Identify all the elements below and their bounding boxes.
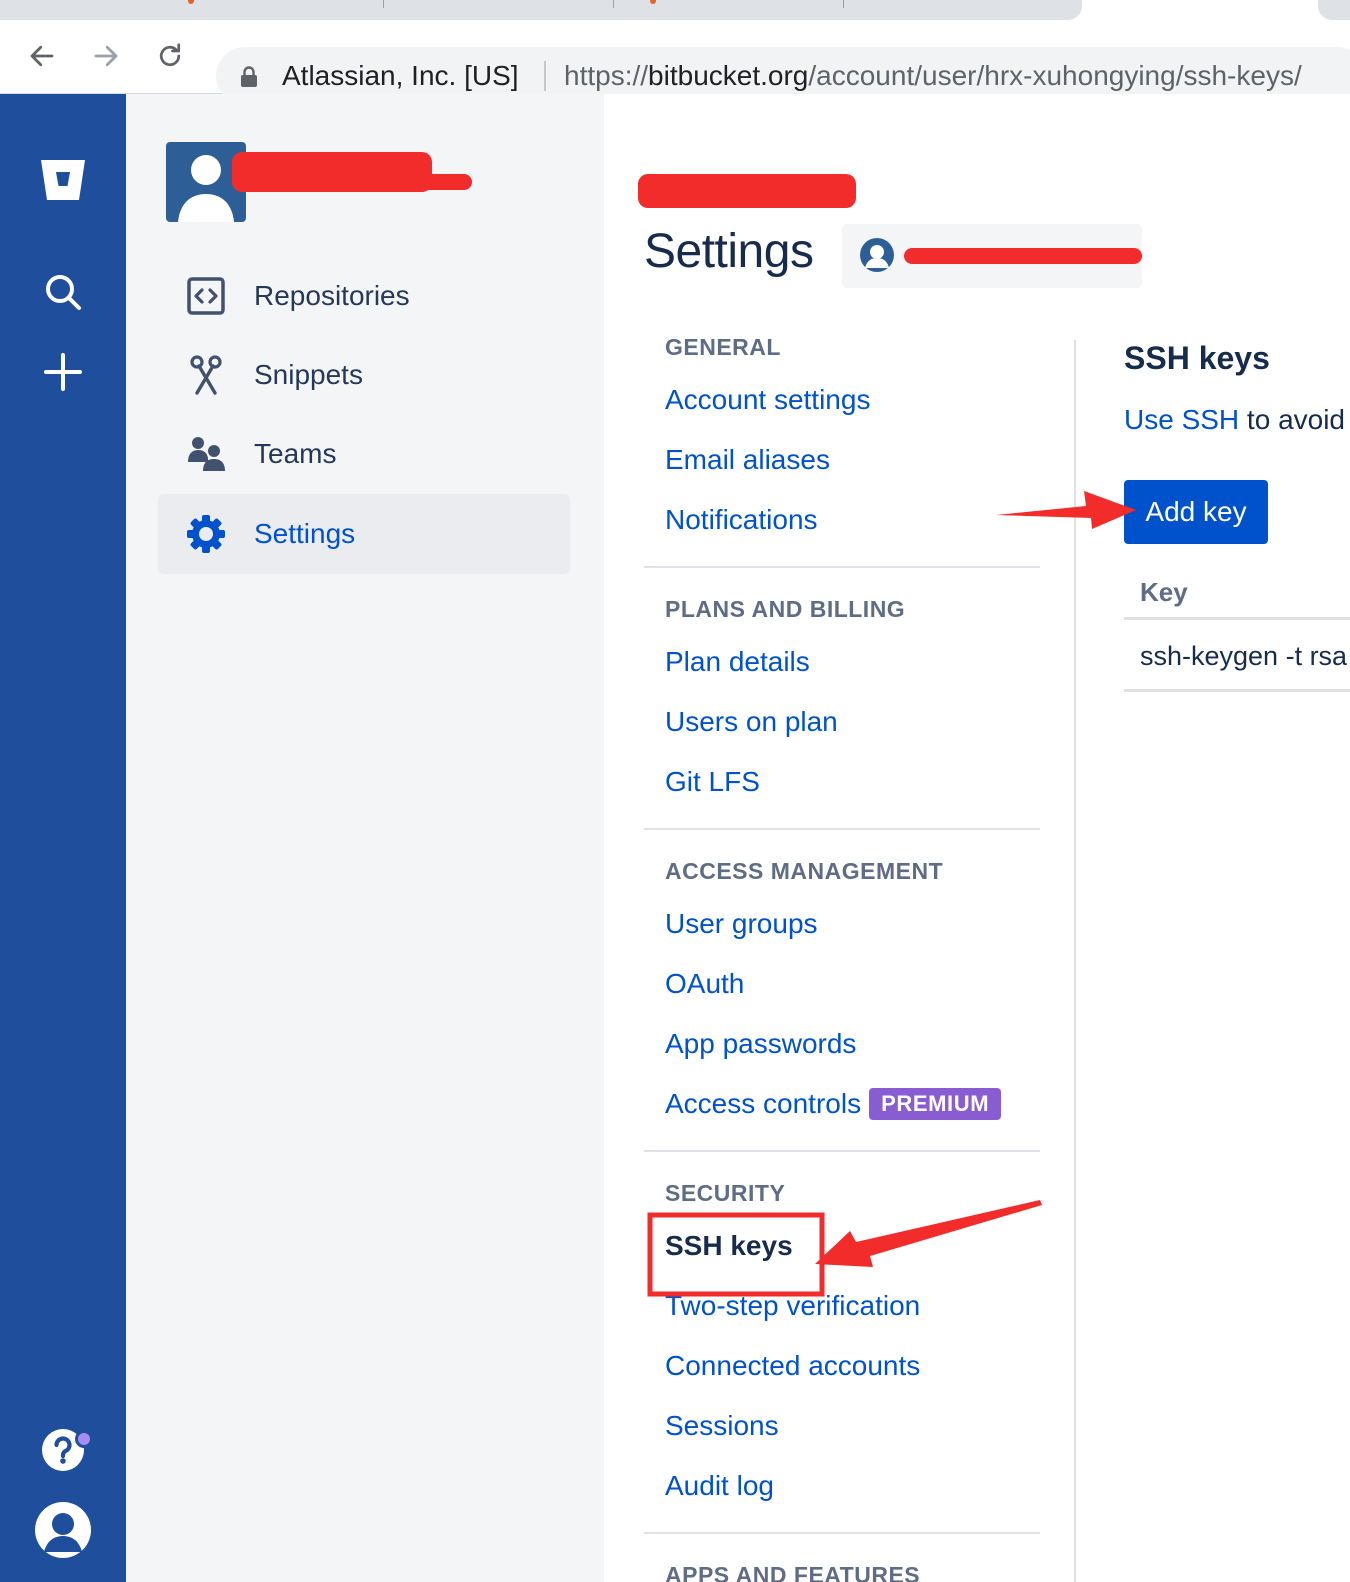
plus-icon (44, 353, 82, 391)
nav-link-plan-details[interactable]: Plan details (644, 632, 1040, 692)
profile-button[interactable] (33, 1500, 93, 1560)
back-button[interactable] (24, 38, 60, 74)
browser-tab[interactable] (1318, 0, 1350, 20)
nav-section-security: SECURITY SSH keys Two-step verification … (644, 1152, 1040, 1534)
table-row: ssh-keygen -t rsa (1124, 620, 1350, 692)
nav-link-users-on-plan[interactable]: Users on plan (644, 692, 1040, 752)
ssh-keys-panel: SSH keys Use SSH to avoid Add key Key ss… (1124, 338, 1350, 692)
sidebar-item-teams[interactable]: Teams (158, 414, 570, 494)
browser-tab-strip (0, 0, 1350, 20)
nav-link-sessions[interactable]: Sessions (644, 1396, 1040, 1456)
nav-link-audit-log[interactable]: Audit log (644, 1456, 1040, 1516)
nav-link-two-step-verification[interactable]: Two-step verification (644, 1276, 1040, 1336)
page-title: Settings (644, 225, 814, 278)
browser-toolbar: Atlassian, Inc. [US] https://bitbucket.o… (0, 20, 1350, 105)
use-ssh-link[interactable]: Use SSH (1124, 404, 1239, 435)
lock-icon (241, 66, 257, 87)
description-text: to avoid (1239, 404, 1346, 435)
code-icon (158, 277, 254, 315)
nav-heading: APPS AND FEATURES (665, 1562, 921, 1582)
main-content: Settings GENERAL Account settings Email … (604, 94, 1350, 1582)
settings-nav: GENERAL Account settings Email aliases N… (644, 314, 1040, 1582)
nav-link-notifications[interactable]: Notifications (644, 490, 1040, 550)
url-host: bitbucket.org (648, 60, 809, 91)
premium-badge: PREMIUM (869, 1088, 1002, 1120)
forward-button[interactable] (88, 38, 124, 74)
search-button[interactable] (33, 262, 93, 322)
section-description: Use SSH to avoid (1124, 404, 1350, 436)
nav-link-account-settings[interactable]: Account settings (644, 370, 1040, 430)
url-text[interactable]: https://bitbucket.org/account/user/hrx-x… (564, 60, 1302, 92)
container-sidebar: Repositories Snippets Teams Settings (126, 94, 604, 1582)
nav-heading: ACCESS MANAGEMENT (665, 858, 944, 884)
scissors-icon (158, 355, 254, 395)
redaction-mark (904, 248, 1142, 264)
gear-icon (158, 514, 254, 554)
nav-link-label: Access controls (665, 1088, 862, 1119)
user-avatar-icon (35, 1502, 91, 1558)
nav-link-email-aliases[interactable]: Email aliases (644, 430, 1040, 490)
sidebar-item-label: Settings (254, 518, 356, 549)
url-scheme: https:// (564, 60, 649, 91)
browser-tabs[interactable] (0, 0, 1082, 20)
table-header-key: Key (1124, 564, 1350, 620)
certificate-label[interactable]: Atlassian, Inc. [US] (282, 60, 519, 92)
nav-section-apps-features: APPS AND FEATURES (644, 1534, 1040, 1582)
nav-section-general: GENERAL Account settings Email aliases N… (644, 314, 1040, 568)
sidebar-item-label: Teams (254, 438, 337, 469)
sidebar-item-label: Repositories (254, 280, 410, 311)
sidebar-item-repositories[interactable]: Repositories (158, 256, 570, 336)
user-avatar-icon (860, 238, 894, 272)
reload-button[interactable] (152, 38, 188, 74)
arrow-right-icon (94, 45, 118, 67)
section-title: SSH keys (1124, 340, 1270, 376)
add-key-button[interactable]: Add key (1124, 480, 1268, 544)
nav-link-user-groups[interactable]: User groups (644, 894, 1040, 954)
nav-section-plans-billing: PLANS AND BILLING Plan details Users on … (644, 568, 1040, 830)
help-notification-dot (75, 1430, 93, 1448)
tab-separator (383, 0, 384, 8)
url-path: /account/user/hrx-xuhongying/ssh-keys/ (808, 60, 1302, 91)
sidebar-item-snippets[interactable]: Snippets (158, 335, 570, 415)
bitbucket-logo-icon (41, 160, 85, 200)
bitbucket-logo[interactable] (33, 150, 93, 210)
address-divider (544, 61, 546, 91)
people-icon (158, 435, 254, 473)
nav-link-git-lfs[interactable]: Git LFS (644, 752, 1040, 812)
nav-heading: SECURITY (665, 1180, 786, 1206)
nav-link-access-controls[interactable]: Access controls PREMIUM (644, 1074, 1040, 1134)
tab-separator (613, 0, 614, 8)
tab-favicon (188, 0, 194, 4)
global-nav (0, 94, 126, 1582)
reload-icon (159, 43, 181, 67)
create-button[interactable] (33, 342, 93, 402)
nav-link-app-passwords[interactable]: App passwords (644, 1014, 1040, 1074)
ssh-keys-table: Key ssh-keygen -t rsa (1124, 564, 1350, 692)
content-divider (1074, 340, 1076, 1582)
account-switcher[interactable] (842, 224, 1142, 288)
nav-link-oauth[interactable]: OAuth (644, 954, 1040, 1014)
sidebar-item-label: Snippets (254, 359, 363, 390)
tab-separator (843, 0, 844, 8)
redaction-mark (238, 174, 472, 190)
redaction-mark (638, 174, 856, 208)
nav-heading: GENERAL (665, 334, 781, 360)
help-button[interactable] (33, 1420, 93, 1480)
arrow-left-icon (30, 45, 54, 67)
nav-link-connected-accounts[interactable]: Connected accounts (644, 1336, 1040, 1396)
sidebar-item-settings[interactable]: Settings (158, 494, 570, 574)
tab-favicon (650, 0, 656, 4)
nav-link-ssh-keys[interactable]: SSH keys (644, 1216, 1040, 1276)
search-icon (46, 275, 81, 310)
nav-heading: PLANS AND BILLING (665, 596, 906, 622)
nav-section-access-management: ACCESS MANAGEMENT User groups OAuth App … (644, 830, 1040, 1152)
